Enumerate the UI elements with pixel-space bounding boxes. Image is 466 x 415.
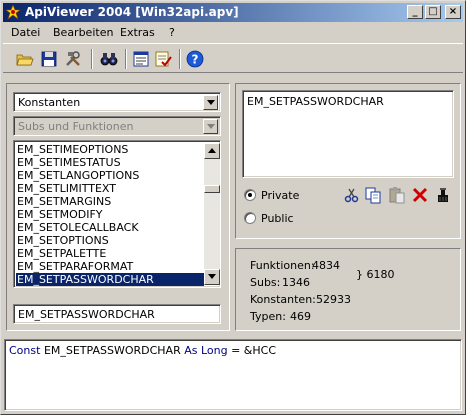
menu-datei[interactable]: Datei: [11, 26, 40, 39]
maximize-button[interactable]: □: [425, 5, 441, 19]
list-item[interactable]: EM_SETIMESTATUS: [16, 156, 204, 169]
subs-label: Subs:: [250, 276, 281, 289]
app-window: ApiViewer 2004 [Win32api.apv] _ □ × Date…: [0, 0, 466, 415]
typen-label: Typen:: [250, 310, 286, 323]
subs-combo[interactable]: Subs und Funktionen: [13, 116, 221, 136]
funktionen-value: 4834: [312, 259, 340, 272]
notes-check-icon[interactable]: [153, 49, 173, 69]
scroll-up-icon[interactable]: [204, 143, 220, 159]
help-icon[interactable]: ?: [185, 49, 205, 69]
search-input-value: EM_SETPASSWORDCHAR: [18, 308, 155, 321]
open-folder-icon[interactable]: [15, 49, 35, 69]
subs-value: 1346: [282, 276, 310, 289]
category-combo[interactable]: Konstanten: [13, 92, 221, 112]
constant-value: = &HCC: [231, 344, 277, 357]
output-code-line: Const EM_SETPASSWORDCHAR As Long = &HCC: [9, 344, 276, 357]
private-label[interactable]: Private: [261, 189, 299, 202]
binoculars-find-icon[interactable]: [99, 49, 119, 69]
window-list-icon[interactable]: [131, 49, 151, 69]
constants-list[interactable]: EM_SETIMEOPTIONS EM_SETIMESTATUS EM_SETLAN…: [13, 140, 221, 288]
list-item[interactable]: EM_SETMARGINS: [16, 195, 204, 208]
keyword-const: Const: [9, 344, 41, 357]
public-radio[interactable]: [244, 212, 256, 224]
toolbar-separator: [91, 49, 93, 69]
chevron-down-icon[interactable]: [203, 119, 218, 134]
konstanten-label: Konstanten:: [250, 293, 316, 306]
stats-panel: Funktionen: 4834 Subs: 1346 } 6180 Konst…: [235, 248, 461, 331]
cut-icon[interactable]: [343, 186, 361, 204]
funktionen-label: Funktionen:: [250, 259, 315, 272]
svg-text:?: ?: [192, 53, 199, 67]
menu-help[interactable]: ?: [169, 26, 175, 39]
chevron-down-icon[interactable]: [203, 95, 218, 110]
save-disk-icon[interactable]: [39, 49, 59, 69]
paste-icon[interactable]: [388, 186, 406, 204]
list-item[interactable]: EM_SETMODIFY: [16, 208, 204, 221]
list-item[interactable]: EM_SETPARAFORMAT: [16, 260, 204, 273]
list-item[interactable]: EM_SETOLECALLBACK: [16, 221, 204, 234]
scroll-down-icon[interactable]: [204, 269, 220, 285]
selection-panel: EM_SETPASSWORDCHAR Private Public: [235, 83, 461, 239]
list-item[interactable]: EM_SETOPTIONS: [16, 234, 204, 247]
list-item[interactable]: EM_SETIMEOPTIONS: [16, 143, 204, 156]
left-panel: Konstanten Subs und Funktionen EM_SETIME…: [6, 83, 230, 331]
search-input[interactable]: EM_SETPASSWORDCHAR: [13, 304, 221, 324]
scroll-thumb[interactable]: [204, 185, 220, 193]
list-item[interactable]: EM_SETPALETTE: [16, 247, 204, 260]
selection-textbox[interactable]: EM_SETPASSWORDCHAR: [242, 90, 454, 178]
menu-extras[interactable]: Extras: [120, 26, 155, 39]
keyword-as-long: As Long: [184, 344, 228, 357]
toolbar-separator: [125, 49, 127, 69]
list-item[interactable]: EM_SETLIMITTEXT: [16, 182, 204, 195]
tools-icon[interactable]: [63, 49, 83, 69]
konstanten-value: 52933: [316, 293, 351, 306]
category-combo-value: Konstanten: [18, 96, 81, 109]
title-bar[interactable]: ApiViewer 2004 [Win32api.apv] _ □ ×: [3, 3, 463, 22]
subs-combo-placeholder: Subs und Funktionen: [18, 120, 134, 133]
list-item[interactable]: EM_SETPASSWORDCHAR: [16, 273, 204, 286]
toolbar: ?: [3, 43, 463, 73]
output-textarea[interactable]: Const EM_SETPASSWORDCHAR As Long = &HCC: [4, 339, 462, 411]
constant-name: EM_SETPASSWORDCHAR: [43, 344, 181, 357]
minimize-button[interactable]: _: [407, 5, 423, 19]
private-radio[interactable]: [244, 189, 256, 201]
typen-value: 469: [290, 310, 311, 323]
menu-bar: Datei Bearbeiten Extras ?: [3, 23, 463, 42]
selection-text: EM_SETPASSWORDCHAR: [247, 95, 384, 108]
delete-icon[interactable]: [411, 186, 429, 204]
toolbar-separator: [179, 49, 181, 69]
window-title: ApiViewer 2004 [Win32api.apv]: [25, 5, 239, 19]
radio-selected-dot: [248, 193, 252, 197]
close-button[interactable]: ×: [445, 5, 461, 19]
menu-bearbeiten[interactable]: Bearbeiten: [53, 26, 113, 39]
list-item[interactable]: EM_SETLANGOPTIONS: [16, 169, 204, 182]
total-count: } 6180: [356, 268, 395, 281]
list-scrollbar[interactable]: [204, 143, 220, 285]
app-logo-icon: [5, 4, 21, 20]
public-label[interactable]: Public: [261, 212, 294, 225]
copy-icon[interactable]: [364, 186, 382, 204]
clear-icon[interactable]: [434, 186, 452, 204]
